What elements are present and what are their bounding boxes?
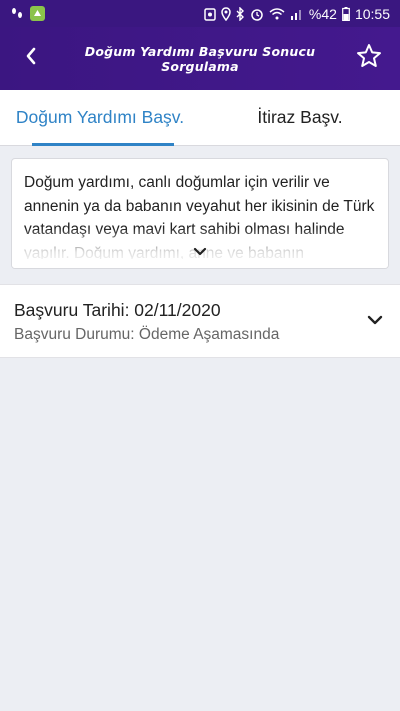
application-status: Başvuru Durumu: Ödeme Aşamasında: [14, 326, 280, 343]
application-date: Başvuru Tarihi: 02/11/2020: [14, 300, 221, 320]
clock-time: 10:55: [354, 5, 390, 22]
back-arrow-icon: [25, 47, 37, 70]
tab-birth-aid-application[interactable]: Doğum Yardımı Başv.: [0, 90, 200, 146]
tab-bar: Doğum Yardımı Başv. İtiraz Başv.: [0, 90, 400, 146]
battery-percent: %42: [308, 5, 337, 22]
location-icon: [221, 6, 231, 21]
back-button[interactable]: [0, 27, 62, 90]
page-title: Doğum Yardımı Başvuru Sonucu Sorgulama: [84, 43, 316, 74]
star-outline-icon: [356, 43, 382, 74]
app-bar: Doğum Yardımı Başvuru Sonucu Sorgulama: [0, 27, 400, 90]
signal-icon: [290, 7, 304, 20]
footsteps-icon: [10, 7, 24, 21]
info-expand-button[interactable]: [189, 244, 211, 260]
wifi-icon: [269, 7, 285, 20]
chevron-down-icon: [193, 243, 207, 261]
status-left: [10, 6, 45, 21]
alarm-clock-icon: [250, 7, 264, 21]
status-right: %42 10:55: [204, 6, 390, 22]
application-result-item[interactable]: Başvuru Tarihi: 02/11/2020 Başvuru Durum…: [0, 284, 400, 358]
status-bar: %42 10:55: [0, 0, 400, 27]
app-notification-icon: [30, 6, 45, 21]
battery-icon: [342, 6, 350, 21]
alarm-notification-icon: [204, 7, 216, 21]
tab-objection-application[interactable]: İtiraz Başv.: [200, 90, 400, 145]
info-card: Doğum yardımı, canlı doğumlar için veril…: [11, 158, 389, 269]
bluetooth-icon: [236, 6, 245, 21]
favorite-button[interactable]: [338, 27, 400, 90]
expand-chevron-icon[interactable]: [366, 313, 384, 327]
